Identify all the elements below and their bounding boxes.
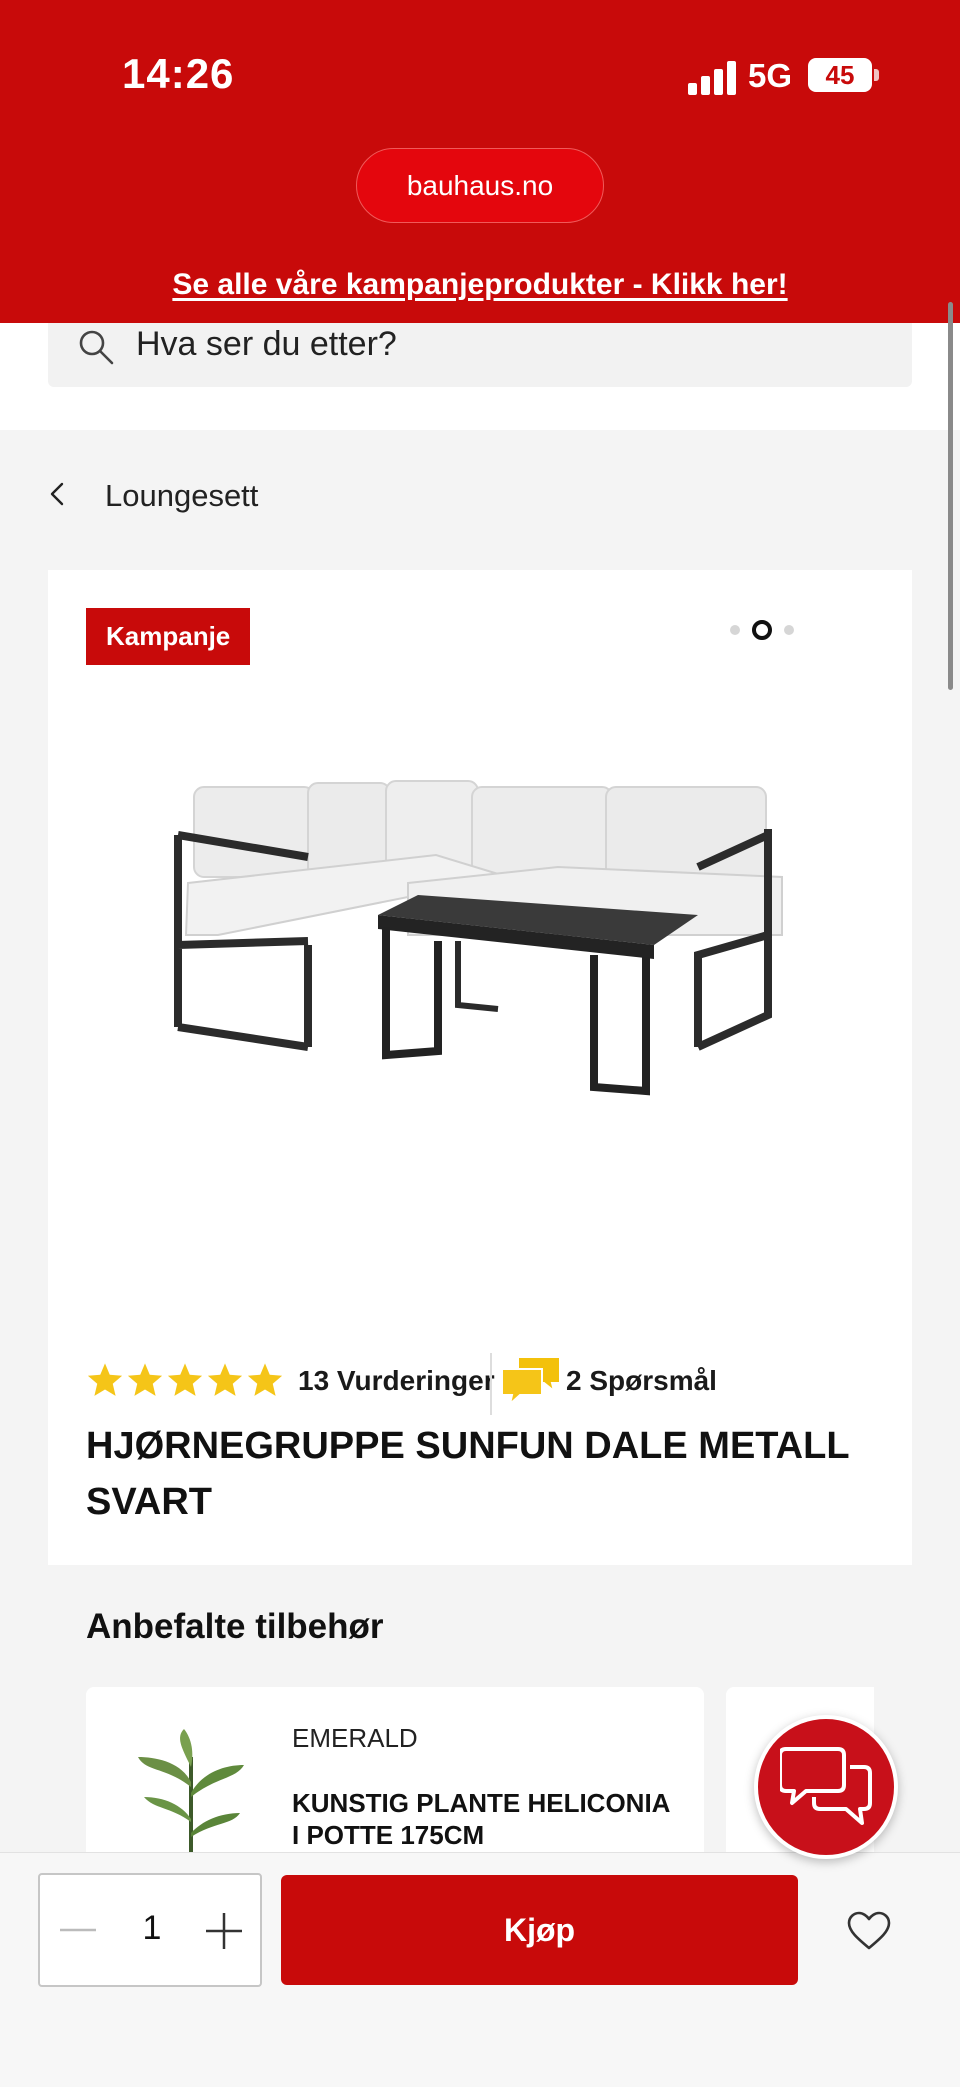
rating-row[interactable]: 13 Vurderinger 2 Spørsmål xyxy=(86,1353,886,1415)
carousel-dot[interactable] xyxy=(784,625,794,635)
reviews-link[interactable]: 13 Vurderinger xyxy=(298,1365,495,1397)
questions-chat-icon[interactable] xyxy=(500,1355,562,1405)
campaign-badge: Kampanje xyxy=(86,608,251,665)
rating-divider xyxy=(490,1353,492,1415)
purchase-bar: 1 Kjøp xyxy=(0,1852,960,2087)
battery-icon: 45 xyxy=(808,58,872,92)
star-icon xyxy=(127,1363,163,1396)
buy-button[interactable]: Kjøp xyxy=(281,1875,798,1985)
buy-button-label: Kjøp xyxy=(503,1911,576,1948)
scrollbar[interactable] xyxy=(948,302,953,690)
product-card: Kampanje 13 Vurderinger 2 Spørsmål HJØRN… xyxy=(48,570,912,1565)
chat-icon xyxy=(780,1747,872,1825)
search-icon xyxy=(79,330,114,365)
recommended-title: Anbefalte tilbehør xyxy=(86,1607,384,1646)
plus-icon[interactable] xyxy=(204,1911,244,1951)
url-text: bauhaus.no xyxy=(406,169,554,201)
search-area: Hva ser du etter? xyxy=(0,323,960,430)
breadcrumb[interactable]: Loungesett xyxy=(0,430,960,570)
carousel-dot-active[interactable] xyxy=(752,620,772,640)
star-icon xyxy=(87,1363,123,1396)
chat-button[interactable] xyxy=(754,1715,898,1859)
rating-stars xyxy=(86,1361,284,1399)
search-input[interactable]: Hva ser du etter? xyxy=(48,323,912,387)
carousel-dots[interactable] xyxy=(730,620,794,640)
browser-url-bar[interactable]: bauhaus.no xyxy=(356,148,604,223)
product-image[interactable] xyxy=(158,765,798,1105)
battery-tip xyxy=(874,69,879,81)
questions-link[interactable]: 2 Spørsmål xyxy=(566,1365,717,1397)
star-icon xyxy=(207,1363,243,1396)
breadcrumb-label[interactable]: Loungesett xyxy=(105,478,258,514)
top-header: 14:26 5G 45 bauhaus.no Se alle våre kamp… xyxy=(0,0,960,323)
product-title: HJØRNEGRUPPE SUNFUN DALE METALL SVART xyxy=(86,1425,849,1523)
star-icon xyxy=(167,1363,203,1396)
quantity-stepper[interactable]: 1 xyxy=(38,1873,262,1987)
status-bar: 14:26 5G 45 xyxy=(0,0,960,150)
cellular-signal-icon xyxy=(688,61,736,95)
carousel-dot[interactable] xyxy=(730,625,740,635)
status-time: 14:26 xyxy=(122,50,235,97)
chevron-left-icon[interactable] xyxy=(44,476,72,512)
battery-level: 45 xyxy=(825,59,855,90)
star-icon xyxy=(247,1363,283,1396)
page: 14:26 5G 45 bauhaus.no Se alle våre kamp… xyxy=(0,0,960,2087)
accessory-name[interactable]: KUNSTIG PLANTE HELICONIA I POTTE 175CM xyxy=(292,1787,682,1851)
campaign-link[interactable]: Se alle våre kampanjeprodukter - Klikk h… xyxy=(0,268,960,302)
search-placeholder: Hva ser du etter? xyxy=(136,325,397,363)
heart-icon[interactable] xyxy=(847,1911,891,1951)
network-type: 5G xyxy=(748,57,793,94)
accessory-brand: EMERALD xyxy=(292,1723,418,1753)
